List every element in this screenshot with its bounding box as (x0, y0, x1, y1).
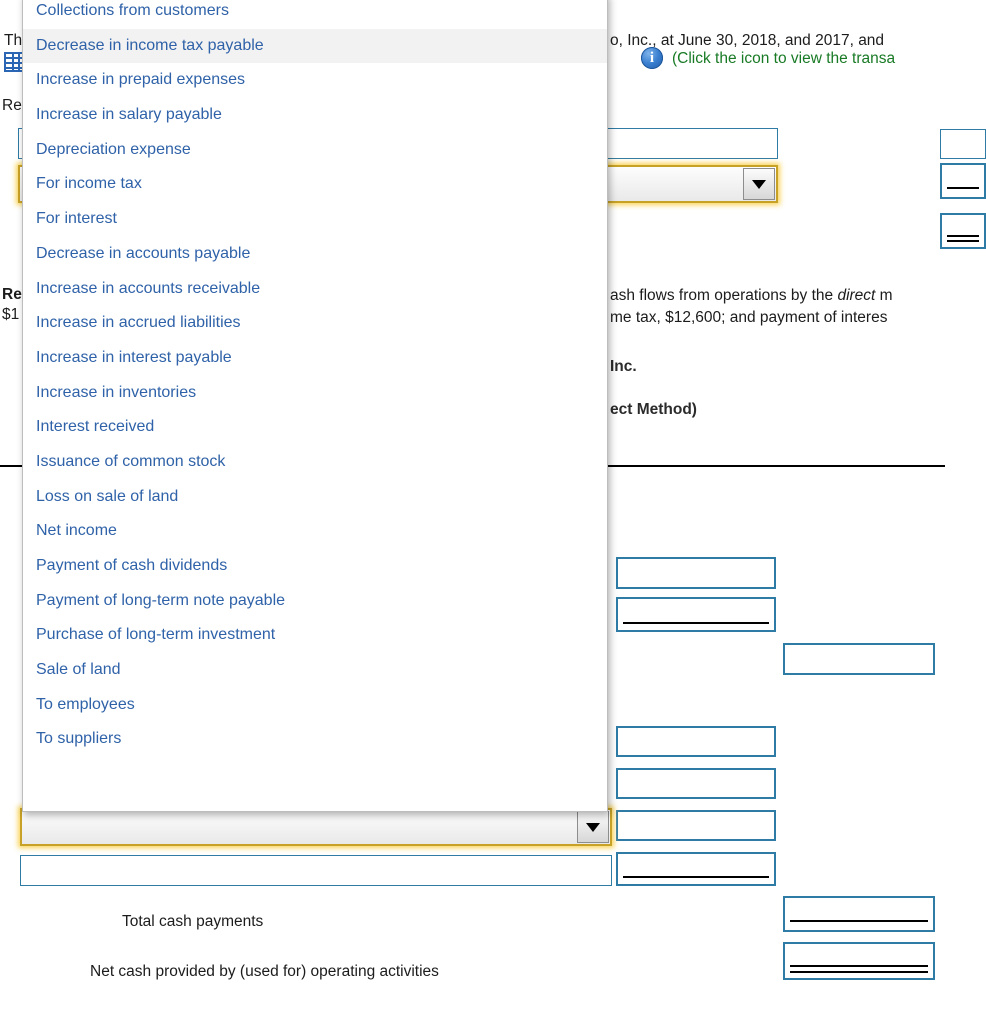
dropdown-option[interactable]: For income tax (23, 167, 607, 202)
dropdown-option[interactable]: For interest (23, 202, 607, 237)
dropdown-option[interactable]: Purchase of long-term investment (23, 618, 607, 653)
dropdown-option[interactable]: Net income (23, 514, 607, 549)
dropdown-option[interactable]: Decrease in accounts payable (23, 237, 607, 272)
dropdown-option[interactable]: Increase in inventories (23, 376, 607, 411)
dropdown-option[interactable]: Increase in salary payable (23, 98, 607, 133)
double-rule-top (790, 965, 928, 967)
single-rule (947, 187, 979, 189)
net-cash-operating-box[interactable] (783, 942, 935, 980)
req2-line1-head: ash flows from operations by the (610, 287, 838, 304)
answer-box[interactable] (940, 163, 986, 199)
view-transactions-hint[interactable]: (Click the icon to view the transa (672, 49, 895, 68)
dropdown-option[interactable]: Issuance of common stock (23, 445, 607, 480)
dropdown-option[interactable]: Payment of cash dividends (23, 549, 607, 584)
answer-box[interactable] (783, 643, 935, 675)
double-rule-bottom (947, 240, 979, 242)
info-icon[interactable] (641, 47, 663, 69)
statement-method-fragment: ect Method) (610, 401, 697, 418)
answer-box[interactable] (940, 129, 986, 159)
answer-box[interactable] (616, 810, 776, 841)
double-rule-bottom (790, 971, 928, 973)
dropdown-option[interactable]: Increase in accounts receivable (23, 272, 607, 307)
answer-box[interactable] (616, 768, 776, 799)
chevron-down-icon[interactable] (577, 811, 609, 843)
dropdown-option[interactable]: Sale of land (23, 653, 607, 688)
requirement-1-label-fragment: Re (2, 97, 22, 114)
dropdown-option[interactable]: Collections from customers (23, 0, 607, 29)
requirement-2-label-fragment: Re (2, 286, 22, 303)
requirement-2-amount-fragment: $1 (2, 306, 20, 323)
total-cash-payments-label: Total cash payments (122, 913, 264, 930)
answer-field-row[interactable] (20, 855, 612, 886)
req2-line1-italic: direct (837, 287, 876, 304)
single-rule (623, 876, 769, 878)
intro-text-left-fragment: Th (4, 32, 23, 49)
req2-line1-tail: m (875, 287, 893, 304)
dropdown-option[interactable]: Payment of long-term note payable (23, 584, 607, 619)
dropdown-option[interactable]: To suppliers (23, 722, 607, 757)
dropdown-option[interactable]: To employees (23, 688, 607, 723)
statement-company-fragment: Inc. (610, 358, 637, 375)
total-cash-payments-box[interactable] (783, 896, 935, 932)
account-select-bottom[interactable] (20, 808, 612, 846)
answer-box[interactable] (940, 213, 986, 249)
chevron-down-icon[interactable] (743, 168, 775, 200)
requirement-2-line-1: ash flows from operations by the direct … (610, 286, 893, 305)
dropdown-option[interactable]: Interest received (23, 410, 607, 445)
single-rule (790, 920, 928, 922)
dropdown-option[interactable]: Decrease in income tax payable (23, 28, 607, 64)
answer-box[interactable] (616, 597, 776, 632)
dropdown-option[interactable]: Depreciation expense (23, 133, 607, 168)
answer-box[interactable] (616, 557, 776, 589)
net-cash-operating-label: Net cash provided by (used for) operatin… (90, 963, 439, 980)
answer-box[interactable] (616, 726, 776, 757)
account-dropdown-list[interactable]: Collections from customers Decrease in in… (22, 0, 608, 812)
double-rule-top (947, 235, 979, 237)
requirement-2-line-2: me tax, $12,600; and payment of interes (610, 309, 888, 326)
dropdown-option[interactable]: Increase in accrued liabilities (23, 306, 607, 341)
dropdown-option[interactable]: Loss on sale of land (23, 480, 607, 515)
answer-box[interactable] (616, 852, 776, 886)
account-select-bottom-value (22, 810, 576, 844)
dropdown-option[interactable]: Increase in interest payable (23, 341, 607, 376)
dropdown-option[interactable]: Increase in prepaid expenses (23, 63, 607, 98)
single-rule (623, 622, 769, 624)
